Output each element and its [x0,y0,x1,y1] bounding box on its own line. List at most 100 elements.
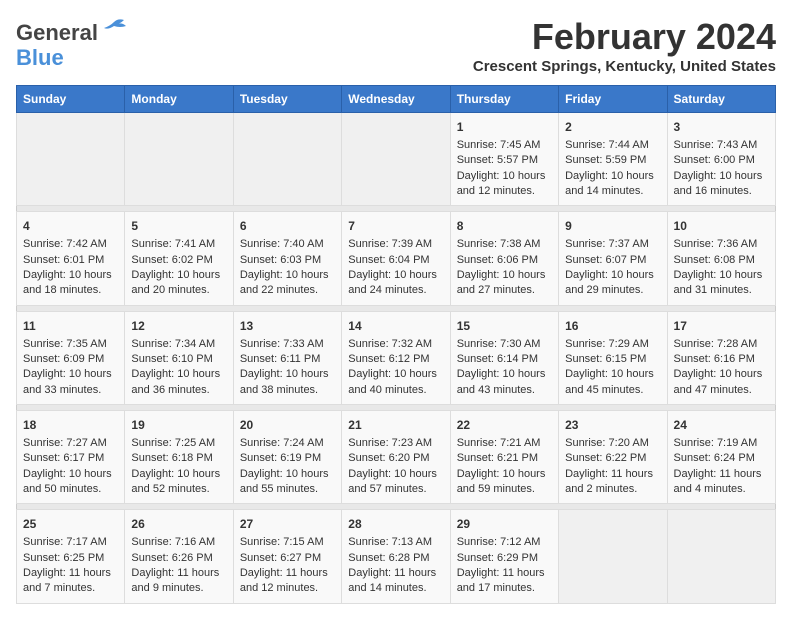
logo-bird-icon [100,16,128,49]
calendar-cell-week5-day5 [559,510,667,603]
day-number: 9 [565,218,660,235]
calendar-cell-week3-day0: 11Sunrise: 7:35 AMSunset: 6:09 PMDayligh… [17,311,125,404]
day-content-line: and 14 minutes. [348,581,443,596]
day-number: 17 [674,318,769,335]
day-content-line: and 38 minutes. [240,383,335,398]
day-content-line: Sunrise: 7:13 AM [348,535,443,550]
day-content-line: Sunset: 6:08 PM [674,253,769,268]
day-content-line: Sunrise: 7:32 AM [348,337,443,352]
day-content-line: Daylight: 10 hours [457,268,552,283]
day-content-line: Sunrise: 7:35 AM [23,337,118,352]
calendar-cell-week3-day6: 17Sunrise: 7:28 AMSunset: 6:16 PMDayligh… [667,311,775,404]
day-content-line: Sunrise: 7:15 AM [240,535,335,550]
header-friday: Friday [559,86,667,113]
day-content-line: Sunset: 6:07 PM [565,253,660,268]
day-content-line: and 16 minutes. [674,184,769,199]
calendar-cell-week3-day3: 14Sunrise: 7:32 AMSunset: 6:12 PMDayligh… [342,311,450,404]
day-content-line: Daylight: 11 hours [23,566,118,581]
day-content-line: Daylight: 11 hours [457,566,552,581]
calendar-cell-week1-day0 [17,113,125,206]
day-content-line: Sunset: 6:24 PM [674,451,769,466]
calendar-cell-week4-day5: 23Sunrise: 7:20 AMSunset: 6:22 PMDayligh… [559,411,667,504]
day-content-line: Sunrise: 7:24 AM [240,436,335,451]
day-content-line: and 14 minutes. [565,184,660,199]
day-content-line: Sunset: 6:12 PM [348,352,443,367]
day-content-line: and 18 minutes. [23,283,118,298]
day-content-line: Daylight: 10 hours [674,268,769,283]
day-content-line: Sunrise: 7:39 AM [348,237,443,252]
day-content-line: Sunrise: 7:27 AM [23,436,118,451]
day-number: 14 [348,318,443,335]
day-content-line: Daylight: 10 hours [240,367,335,382]
day-content-line: Daylight: 10 hours [348,467,443,482]
day-content-line: Sunrise: 7:16 AM [131,535,226,550]
day-number: 5 [131,218,226,235]
day-content-line: Sunrise: 7:42 AM [23,237,118,252]
day-number: 18 [23,417,118,434]
day-number: 20 [240,417,335,434]
day-content-line: and 2 minutes. [565,482,660,497]
day-content-line: Daylight: 11 hours [240,566,335,581]
day-content-line: Daylight: 10 hours [457,169,552,184]
day-content-line: Sunrise: 7:44 AM [565,138,660,153]
day-content-line: and 43 minutes. [457,383,552,398]
day-content-line: Sunrise: 7:38 AM [457,237,552,252]
day-number: 25 [23,516,118,533]
day-content-line: Sunset: 6:04 PM [348,253,443,268]
calendar-table: Sunday Monday Tuesday Wednesday Thursday… [16,85,776,604]
day-content-line: Sunrise: 7:29 AM [565,337,660,352]
day-number: 15 [457,318,552,335]
day-number: 19 [131,417,226,434]
calendar-header-row: Sunday Monday Tuesday Wednesday Thursday… [17,86,776,113]
day-content-line: Sunrise: 7:28 AM [674,337,769,352]
week-row-2: 4Sunrise: 7:42 AMSunset: 6:01 PMDaylight… [17,212,776,305]
day-content-line: Sunset: 6:29 PM [457,551,552,566]
day-content-line: Daylight: 10 hours [674,169,769,184]
day-content-line: Sunset: 6:27 PM [240,551,335,566]
calendar-cell-week1-day2 [233,113,341,206]
day-content-line: Sunset: 5:57 PM [457,153,552,168]
calendar-cell-week1-day3 [342,113,450,206]
day-content-line: and 29 minutes. [565,283,660,298]
day-content-line: Daylight: 10 hours [23,268,118,283]
day-content-line: Sunset: 6:03 PM [240,253,335,268]
day-number: 3 [674,119,769,136]
day-number: 24 [674,417,769,434]
day-content-line: Daylight: 10 hours [565,367,660,382]
day-content-line: Sunrise: 7:19 AM [674,436,769,451]
day-content-line: Sunrise: 7:23 AM [348,436,443,451]
day-content-line: Daylight: 10 hours [240,268,335,283]
day-content-line: and 27 minutes. [457,283,552,298]
day-content-line: Sunrise: 7:40 AM [240,237,335,252]
day-content-line: Sunrise: 7:33 AM [240,337,335,352]
day-content-line: Sunrise: 7:41 AM [131,237,226,252]
month-year-title: February 2024 [473,16,776,58]
calendar-cell-week3-day1: 12Sunrise: 7:34 AMSunset: 6:10 PMDayligh… [125,311,233,404]
day-content-line: Sunrise: 7:25 AM [131,436,226,451]
day-content-line: and 17 minutes. [457,581,552,596]
calendar-cell-week1-day1 [125,113,233,206]
calendar-cell-week3-day5: 16Sunrise: 7:29 AMSunset: 6:15 PMDayligh… [559,311,667,404]
week-row-1: 1Sunrise: 7:45 AMSunset: 5:57 PMDaylight… [17,113,776,206]
calendar-cell-week4-day4: 22Sunrise: 7:21 AMSunset: 6:21 PMDayligh… [450,411,558,504]
day-content-line: Sunset: 6:25 PM [23,551,118,566]
calendar-cell-week2-day2: 6Sunrise: 7:40 AMSunset: 6:03 PMDaylight… [233,212,341,305]
calendar-cell-week4-day3: 21Sunrise: 7:23 AMSunset: 6:20 PMDayligh… [342,411,450,504]
day-content-line: Sunrise: 7:36 AM [674,237,769,252]
day-number: 11 [23,318,118,335]
day-content-line: Daylight: 10 hours [565,268,660,283]
day-content-line: Sunset: 6:19 PM [240,451,335,466]
day-content-line: and 59 minutes. [457,482,552,497]
day-content-line: and 47 minutes. [674,383,769,398]
calendar-cell-week5-day6 [667,510,775,603]
day-content-line: Sunset: 6:21 PM [457,451,552,466]
day-content-line: Sunset: 6:18 PM [131,451,226,466]
day-content-line: Sunset: 6:22 PM [565,451,660,466]
day-number: 7 [348,218,443,235]
day-content-line: Sunrise: 7:20 AM [565,436,660,451]
day-content-line: Sunrise: 7:37 AM [565,237,660,252]
logo: General Blue [16,16,128,71]
day-content-line: Sunrise: 7:12 AM [457,535,552,550]
week-row-3: 11Sunrise: 7:35 AMSunset: 6:09 PMDayligh… [17,311,776,404]
day-content-line: Daylight: 10 hours [457,367,552,382]
